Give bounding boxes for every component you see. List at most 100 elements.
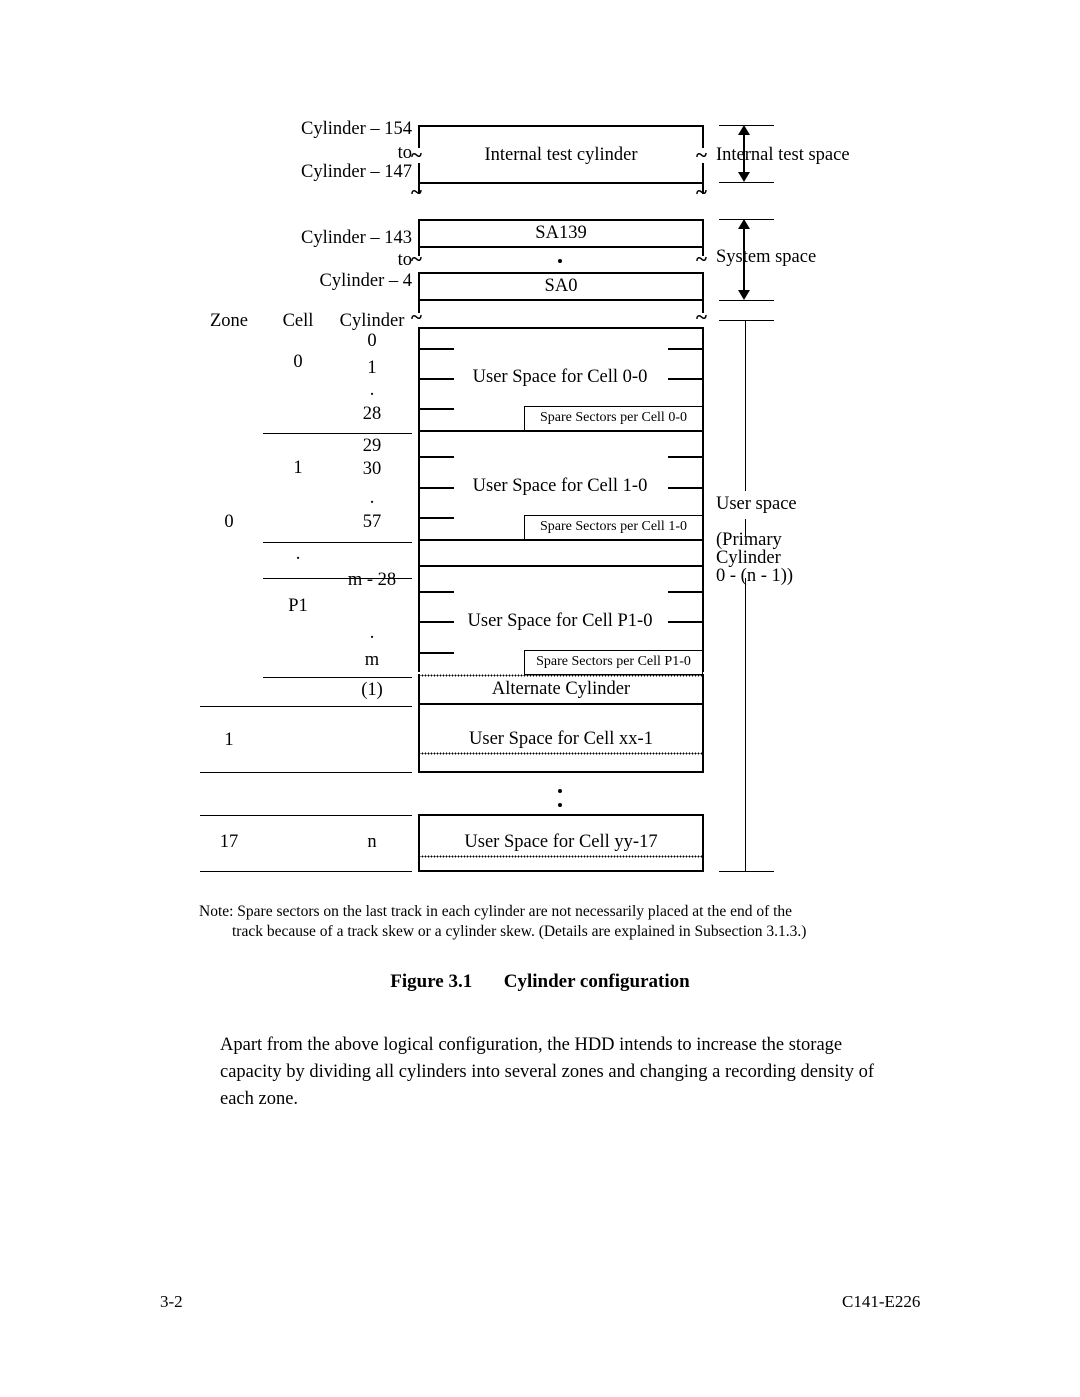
footer-document-code: C141-E226 bbox=[842, 1292, 921, 1311]
zone17-block-bottom-edge bbox=[418, 870, 704, 872]
column-header-cell: Cell bbox=[282, 311, 314, 331]
note-line-1: Note: Spare sectors on the last track in… bbox=[199, 903, 793, 920]
user-space-bracket-label-line4: 0 - (n - 1)) bbox=[716, 566, 794, 586]
cylinder-label-p1-m28: m - 28 bbox=[347, 570, 397, 590]
cylinder-label-p1-dots: . bbox=[369, 623, 375, 643]
user-space-tilde-right: ~ bbox=[696, 305, 707, 329]
cell-p1-0-tick-left-3 bbox=[420, 652, 454, 654]
body-paragraph: Apart from the above logical configurati… bbox=[220, 1035, 874, 1109]
cell-p1-0-tick-left-1 bbox=[420, 591, 454, 593]
internal-test-label-line1: Cylinder – 154 bbox=[301, 119, 412, 139]
figure-caption-number: Figure 3.1 bbox=[390, 971, 473, 992]
system-label-line1: Cylinder – 143 bbox=[301, 228, 412, 248]
zone-gap-dot-1 bbox=[558, 789, 562, 793]
user-space-column-right-border bbox=[702, 327, 704, 672]
cell-0-0-top-edge bbox=[418, 327, 704, 329]
user-space-bracket-cap-bottom bbox=[719, 871, 774, 872]
zone-label-1: 1 bbox=[224, 730, 234, 750]
alternate-cylinder-label: Alternate Cylinder bbox=[491, 679, 631, 699]
system-tilde-right: ~ bbox=[696, 247, 707, 271]
zone-gap-dot-2 bbox=[558, 803, 562, 807]
cell-label-0: 0 bbox=[293, 352, 303, 372]
cell-0-0-tick-left-1 bbox=[420, 348, 454, 350]
internal-test-space-cap-bottom bbox=[719, 182, 774, 183]
cell-0-0-bottom-edge bbox=[418, 430, 704, 432]
zone-separator-before-17 bbox=[200, 815, 412, 816]
zone-separator-1-next bbox=[200, 772, 412, 773]
cell-separator-0-1 bbox=[263, 433, 412, 434]
internal-test-label-line2: to bbox=[397, 143, 412, 163]
cylinder-label-1-dots: . bbox=[369, 488, 375, 508]
cylinder-label-0-0: 0 bbox=[367, 331, 377, 351]
system-space-arrow-head-up bbox=[738, 219, 750, 229]
cell-separator-1-next bbox=[263, 542, 412, 543]
column-header-zone: Zone bbox=[209, 311, 248, 331]
internal-test-space-arrow-head-up bbox=[738, 125, 750, 135]
internal-test-space-label: Internal test space bbox=[716, 145, 850, 165]
user-space-bracket-label-line1: User space bbox=[716, 494, 797, 514]
alternate-cylinder-bottom-edge bbox=[418, 703, 704, 705]
figure-caption-title: Cylinder configuration bbox=[503, 971, 690, 992]
zone1-user-space-label: User Space for Cell xx-1 bbox=[469, 729, 653, 749]
note-line-2: track because of a track skew or a cylin… bbox=[232, 923, 807, 940]
cell-p1-0-spare-label: Spare Sectors per Cell P1-0 bbox=[536, 654, 691, 669]
zone1-spare-dotted bbox=[418, 752, 704, 755]
cell-0-0-user-space-label: User Space for Cell 0-0 bbox=[472, 367, 648, 387]
system-sa0-label: SA0 bbox=[544, 276, 578, 296]
cell-1-0-tick-right-1 bbox=[668, 456, 702, 458]
figure-caption: Figure 3.1 Cylinder configuration bbox=[0, 971, 1080, 993]
cell-0-0-tick-left-3 bbox=[420, 408, 454, 410]
internal-test-space-arrow-head-down bbox=[738, 172, 750, 182]
user-space-tilde-left: ~ bbox=[411, 305, 422, 329]
cylinder-label-0-28: 28 bbox=[362, 404, 382, 424]
system-space-arrow-head-down bbox=[738, 290, 750, 300]
system-label-line2: to bbox=[397, 250, 412, 270]
cell-1-0-spare-label: Spare Sectors per Cell 1-0 bbox=[540, 519, 687, 534]
internal-test-tilde-right-lower: ~ bbox=[696, 180, 707, 204]
internal-test-cylinder-box-label: Internal test cylinder bbox=[484, 145, 638, 165]
document-page: Cylinder – 154 to Cylinder – 147 ~ ~ ~ ~… bbox=[0, 0, 1080, 1397]
cell-1-0-tick-left-3 bbox=[420, 517, 454, 519]
zone17-spare-dotted bbox=[418, 855, 704, 858]
zone-separator-after-17 bbox=[200, 871, 412, 872]
alternate-cylinder-count: (1) bbox=[361, 680, 383, 700]
system-space-cap-bottom bbox=[719, 300, 774, 301]
internal-test-box-top bbox=[418, 125, 704, 127]
user-space-bracket-shaft-upper bbox=[745, 320, 746, 491]
cell-p1-0-user-space-label: User Space for Cell P1-0 bbox=[467, 611, 653, 631]
zone17-cylinder-label: n bbox=[367, 832, 377, 852]
alternate-cylinder-dotted-top bbox=[418, 674, 704, 677]
internal-test-label-line3: Cylinder – 147 bbox=[301, 162, 412, 182]
cell-0-0-spare-label: Spare Sectors per Cell 0-0 bbox=[540, 410, 687, 425]
user-space-bracket-cap-top bbox=[719, 320, 774, 321]
internal-test-tilde-left-lower: ~ bbox=[411, 180, 422, 204]
column-header-cylinder: Cylinder bbox=[339, 311, 405, 331]
cell-label-1: 1 bbox=[293, 458, 303, 478]
cell-1-0-tick-left-1 bbox=[420, 456, 454, 458]
cell-p1-0-top-edge bbox=[418, 565, 704, 567]
cylinder-label-1-57: 57 bbox=[362, 512, 382, 532]
system-label-line3: Cylinder – 4 bbox=[319, 271, 413, 291]
system-tilde-left: ~ bbox=[411, 247, 422, 271]
zone-label-17: 17 bbox=[219, 832, 239, 852]
cell-label-ellipsis: . bbox=[295, 544, 301, 564]
cell-0-0-tick-right-1 bbox=[668, 348, 702, 350]
cell-p1-0-tick-right-1 bbox=[668, 591, 702, 593]
zone17-block-top-edge bbox=[418, 814, 704, 816]
cell-label-p1: P1 bbox=[288, 596, 308, 616]
zone-separator-0-1 bbox=[200, 706, 412, 707]
cell-1-0-bottom-edge bbox=[418, 539, 704, 541]
cylinder-label-0-1: 1 bbox=[367, 358, 377, 378]
zone17-user-space-label: User Space for Cell yy-17 bbox=[464, 832, 658, 852]
cylinder-label-1-30: 30 bbox=[362, 459, 382, 479]
zone1-block-bottom-edge bbox=[418, 771, 704, 773]
user-space-bracket-shaft-lower bbox=[745, 578, 746, 872]
cylinder-label-0-dots: . bbox=[369, 380, 375, 400]
system-space-label: System space bbox=[716, 247, 817, 267]
footer-page-number: 3-2 bbox=[160, 1292, 183, 1311]
cylinder-label-p1-m: m bbox=[364, 650, 380, 670]
zone-label-0: 0 bbox=[224, 512, 234, 532]
internal-test-box-bottom bbox=[418, 182, 704, 184]
system-ellipsis-dot bbox=[558, 259, 562, 263]
cell-1-0-user-space-label: User Space for Cell 1-0 bbox=[472, 476, 648, 496]
